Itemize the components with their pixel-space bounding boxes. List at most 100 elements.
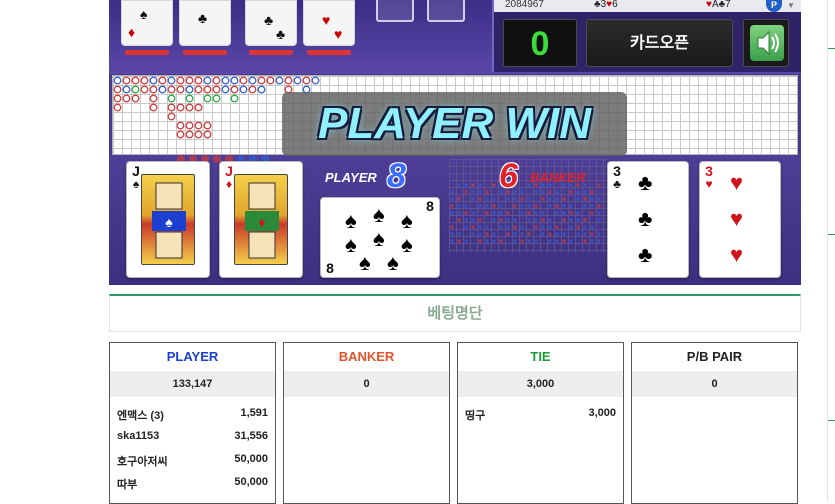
road-marker: [583, 190, 587, 194]
bet-column-label: P/B PAIR: [686, 349, 743, 364]
road-marker: [450, 225, 454, 229]
road-marker: [534, 225, 538, 229]
bet-amount: 31,556: [234, 430, 268, 442]
road-marker: [562, 204, 566, 208]
road-marker: [569, 190, 573, 194]
road-marker: [464, 218, 468, 222]
stats-value: 2084967: [505, 0, 544, 10]
road-marker: [513, 232, 517, 236]
road-marker: [485, 232, 489, 236]
road-marker: [450, 211, 454, 215]
road-marker: [555, 239, 559, 243]
road-marker: [194, 85, 203, 94]
road-marker: [506, 232, 510, 236]
road-marker: [541, 225, 545, 229]
road-marker: [457, 218, 461, 222]
road-marker: [266, 76, 275, 85]
edge-marker: [828, 420, 835, 421]
road-marker: [471, 183, 475, 187]
road-marker: [248, 76, 257, 85]
road-marker: [149, 94, 158, 103]
road-marker: [176, 103, 185, 112]
betting-list-header: 베팅명단: [109, 294, 801, 332]
road-marker: [541, 211, 545, 215]
road-marker: [506, 218, 510, 222]
road-marker: [569, 218, 573, 222]
road-marker: [569, 225, 573, 229]
road-marker: [548, 232, 552, 236]
road-marker: [176, 76, 185, 85]
roadmap-background-markers: [177, 155, 601, 243]
road-marker: [113, 85, 122, 94]
road-marker: [203, 130, 212, 139]
road-marker: [457, 197, 461, 201]
road-marker: [464, 225, 468, 229]
previous-card: ♣ ♣: [245, 0, 297, 46]
road-marker: [527, 239, 531, 243]
road-marker: [478, 197, 482, 201]
road-marker: [548, 204, 552, 208]
countdown-timer: 0: [503, 19, 577, 67]
road-marker: [194, 121, 203, 130]
road-marker: [562, 239, 566, 243]
road-marker: [541, 218, 545, 222]
road-marker: [520, 232, 524, 236]
bet-column-tie: TIE 3,000 띵구 3,000: [457, 342, 624, 504]
bettor-name: ska1153: [117, 430, 160, 442]
road-marker: [492, 197, 496, 201]
chevron-down-icon[interactable]: ▼: [787, 1, 795, 10]
jack-of-spades-face: ♠: [141, 174, 195, 265]
road-marker: [185, 76, 194, 85]
previous-card: ♥ ♥: [303, 0, 355, 46]
banker-score-label: BANKER: [530, 170, 586, 185]
road-marker: [513, 218, 517, 222]
road-marker: [548, 218, 552, 222]
card-slot-empty: [376, 0, 414, 22]
road-marker: [471, 232, 475, 236]
bettor-name: 띵구: [465, 410, 486, 422]
road-marker: [520, 211, 524, 215]
road-marker: [167, 85, 176, 94]
road-marker: [450, 232, 454, 236]
road-marker: [485, 197, 489, 201]
sound-button[interactable]: [743, 19, 789, 67]
road-marker: [122, 94, 131, 103]
road-marker: [576, 211, 580, 215]
road-marker: [569, 204, 573, 208]
road-marker: [464, 239, 468, 243]
bettor-row: 띵구 3,000: [458, 401, 623, 424]
road-marker: [590, 197, 594, 201]
previous-card-marker: [307, 50, 351, 55]
road-marker: [548, 239, 552, 243]
road-marker: [140, 85, 149, 94]
road-marker: [212, 85, 221, 94]
bettor-row: 엔맥스 (3) 1,591: [110, 401, 275, 424]
road-marker: [257, 85, 266, 94]
road-marker: [506, 211, 510, 215]
road-marker: [541, 232, 545, 236]
road-marker: [576, 218, 580, 222]
road-marker: [555, 232, 559, 236]
banker-score: 6: [499, 157, 518, 195]
bettor-name: 따부: [117, 479, 138, 491]
road-marker: [555, 190, 559, 194]
road-marker: [113, 76, 122, 85]
card-open-button[interactable]: 카드오픈: [586, 19, 733, 67]
road-marker: [194, 130, 203, 139]
road-marker: [485, 190, 489, 194]
road-marker: [176, 121, 185, 130]
road-marker: [221, 76, 230, 85]
road-marker: [499, 225, 503, 229]
road-marker: [167, 76, 176, 85]
bettor-row: 호구아저씨 50,000: [110, 447, 275, 470]
road-marker: [464, 204, 468, 208]
road-marker: [478, 204, 482, 208]
road-marker: [590, 204, 594, 208]
road-marker: [597, 218, 601, 222]
road-marker: [176, 130, 185, 139]
road-marker: [583, 239, 587, 243]
road-marker: [520, 204, 524, 208]
road-marker: [492, 211, 496, 215]
road-marker: [555, 197, 559, 201]
road-marker: [597, 211, 601, 215]
